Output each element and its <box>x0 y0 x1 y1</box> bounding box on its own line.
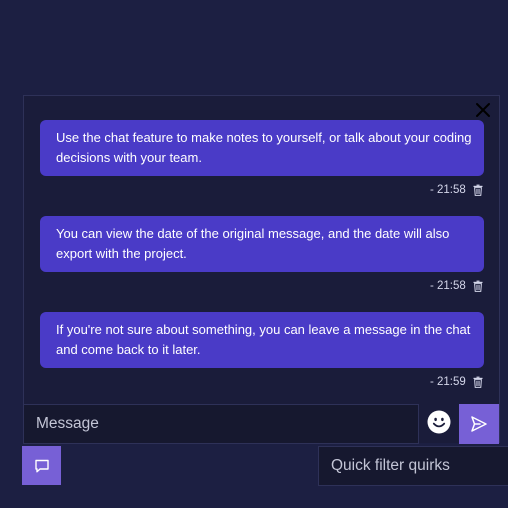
emoji-icon <box>427 410 451 434</box>
chat-message: Use the chat feature to make notes to yo… <box>40 120 484 200</box>
message-bubble: Use the chat feature to make notes to yo… <box>40 120 484 176</box>
close-chat-button[interactable] <box>473 100 493 120</box>
quick-filter-input[interactable] <box>318 446 508 486</box>
send-icon <box>471 416 487 432</box>
message-time: - 21:58 <box>429 184 466 196</box>
chat-panel: Use the chat feature to make notes to yo… <box>23 95 500 443</box>
message-bubble: You can view the date of the original me… <box>40 216 484 272</box>
chat-message: You can view the date of the original me… <box>40 216 484 296</box>
message-meta: - 21:59 <box>40 372 484 392</box>
chat-bubble-icon <box>34 459 49 472</box>
message-meta: - 21:58 <box>40 180 484 200</box>
message-meta: - 21:58 <box>40 276 484 296</box>
message-time: - 21:58 <box>429 280 466 292</box>
trash-icon[interactable] <box>472 376 484 388</box>
trash-icon[interactable] <box>472 280 484 292</box>
chat-toggle-button[interactable] <box>22 446 61 485</box>
emoji-button[interactable] <box>427 410 451 434</box>
message-input[interactable] <box>23 404 419 444</box>
message-time: - 21:59 <box>429 376 466 388</box>
close-icon <box>476 103 490 117</box>
message-list: Use the chat feature to make notes to yo… <box>40 120 484 408</box>
message-input-row <box>23 404 500 444</box>
trash-icon[interactable] <box>472 184 484 196</box>
chat-message: If you're not sure about something, you … <box>40 312 484 392</box>
send-button[interactable] <box>459 404 499 444</box>
message-bubble: If you're not sure about something, you … <box>40 312 484 368</box>
